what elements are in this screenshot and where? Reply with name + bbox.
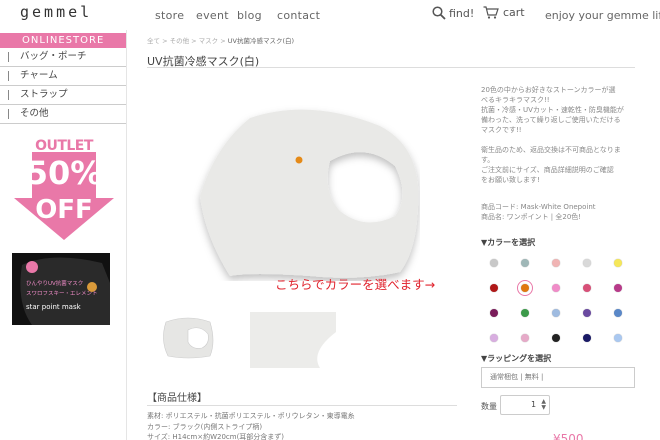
logo[interactable]: gemmel	[20, 3, 92, 21]
desc-line: 20色の中からお好きなストーンカラーが選	[481, 86, 616, 94]
sale-percent: 50%	[26, 154, 103, 192]
sale-off: OFF	[35, 195, 93, 225]
stepper-arrows-icon[interactable]: ▲ ▼	[541, 399, 546, 411]
spec-material: 素材: ポリエステル・抗菌ポリエステル・ポリウレタン・東導電糸	[147, 412, 355, 420]
sidebar: ONLINESTORE バッグ・ポーチ チャーム ストラップ その他	[0, 33, 126, 124]
outlet-sale-banner[interactable]: OUTLET SALE! 50% OFF	[10, 138, 118, 240]
tagline: enjoy your gemme life !	[545, 9, 660, 22]
desc-line: 衛生品のため、返品交換は不可商品となりま	[481, 146, 621, 154]
mask-banner-line1: ひんやりUV抗菌マスク	[26, 279, 83, 287]
sidebar-item-label: チャーム	[20, 70, 58, 81]
sidebar-item-straps[interactable]: ストラップ	[0, 86, 126, 105]
color-swatch[interactable]	[583, 334, 591, 342]
color-swatch[interactable]	[583, 259, 591, 267]
breadcrumb-current: UV抗菌冷感マスク(白)	[227, 37, 295, 45]
thumbnail-2[interactable]	[250, 312, 336, 368]
color-swatch[interactable]	[614, 309, 622, 317]
mask-banner-line2: スワロフスキー・エレメント	[26, 290, 98, 297]
sidebar-item-label: その他	[20, 108, 49, 119]
nav-contact[interactable]: contact	[277, 9, 320, 22]
mask-promo-banner[interactable]: ひんやりUV抗菌マスク スワロフスキー・エレメント star point mas…	[12, 253, 110, 325]
wrapping-select[interactable]: 通常梱包 | 無料 |	[481, 367, 635, 388]
color-swatch[interactable]	[583, 309, 591, 317]
color-swatch[interactable]	[614, 284, 622, 292]
nav-event[interactable]: event	[196, 9, 229, 22]
color-swatch[interactable]	[552, 284, 560, 292]
cart-label: cart	[503, 6, 525, 19]
wrapping-select-label: ▼ラッピングを選択	[481, 354, 552, 363]
desc-line: マスクです!!	[481, 126, 522, 134]
color-swatch[interactable]	[614, 334, 622, 342]
title-divider	[147, 67, 635, 68]
sidebar-item-label: ストラップ	[20, 89, 68, 100]
quantity-stepper[interactable]: 1 ▲ ▼	[500, 395, 550, 415]
color-swatch[interactable]	[517, 280, 533, 296]
product-code: 商品コード: Mask-White Onepoint	[481, 203, 596, 211]
swatch-row	[490, 259, 645, 267]
specs-divider	[147, 405, 457, 406]
nav-store[interactable]: store	[155, 9, 184, 22]
breadcrumb-path[interactable]: 全て > その他 > マスク >	[147, 37, 228, 45]
specs-title: 【商品仕様】	[147, 393, 207, 404]
color-swatch[interactable]	[490, 309, 498, 317]
color-swatch[interactable]	[583, 284, 591, 292]
desc-line: べるキラキラマスク!!	[481, 96, 550, 104]
color-select-label: ▼カラーを選択	[481, 238, 536, 247]
sidebar-item-bags[interactable]: バッグ・ポーチ	[0, 48, 126, 67]
find-label: find!	[449, 6, 475, 20]
stone-dot	[295, 156, 303, 164]
color-swatch[interactable]	[552, 334, 560, 342]
color-swatch[interactable]	[552, 259, 560, 267]
color-swatch[interactable]	[521, 259, 529, 267]
color-swatch[interactable]	[614, 259, 622, 267]
desc-line: 抗菌・冷感・UVカット・速乾性・防臭機能が	[481, 106, 624, 114]
sale-arrow-graphic: 50% OFF	[14, 152, 114, 240]
search-icon	[432, 6, 446, 20]
thumbnail-1[interactable]	[158, 312, 218, 362]
desc-line: ご注文前にサイズ、商品詳細説明のご確認	[481, 166, 614, 174]
desc-line: をお願い致します!	[481, 176, 540, 184]
color-swatch[interactable]	[490, 259, 498, 267]
price: ¥500	[553, 432, 584, 440]
mask-promo-graphic: ひんやりUV抗菌マスク スワロフスキー・エレメント star point mas…	[12, 253, 110, 325]
quantity-value: 1	[531, 400, 537, 409]
header: gemmel store event blog contact find! ca…	[0, 0, 660, 30]
sidebar-divider	[126, 30, 127, 440]
product-name: 商品名: ワンポイント | 全20色!	[481, 213, 582, 221]
sidebar-title: ONLINESTORE	[0, 33, 126, 48]
spec-size: サイズ: H14cm×約W20cm(耳部分含まず)	[147, 433, 285, 440]
swatch-row	[490, 334, 645, 342]
sidebar-item-label: バッグ・ポーチ	[20, 51, 87, 62]
color-swatch[interactable]	[490, 284, 498, 292]
quantity-label: 数量	[481, 402, 497, 411]
mask-banner-line3: star point mask	[26, 303, 82, 311]
color-swatch[interactable]	[521, 334, 529, 342]
breadcrumb: 全て > その他 > マスク > UV抗菌冷感マスク(白)	[147, 35, 294, 45]
color-swatch[interactable]	[521, 309, 529, 317]
find-button[interactable]: find!	[432, 6, 474, 20]
desc-line: す。	[481, 156, 495, 164]
color-swatch[interactable]	[552, 309, 560, 317]
nav-blog[interactable]: blog	[237, 9, 262, 22]
sidebar-item-charms[interactable]: チャーム	[0, 67, 126, 86]
cart-icon	[483, 6, 499, 19]
color-swatch[interactable]	[490, 334, 498, 342]
product-main-image	[200, 109, 419, 278]
desc-line: 備わった、洗って繰り返しご使用いただける	[481, 116, 621, 124]
spec-color: カラー: ブラック(内側ストライプ柄)	[147, 423, 263, 431]
swatch-row	[490, 280, 645, 296]
color-select-hint: こちらでカラーを選べます→	[275, 277, 436, 292]
cart-button[interactable]: cart	[483, 6, 525, 19]
swatch-row	[490, 309, 645, 317]
sidebar-item-other[interactable]: その他	[0, 105, 126, 124]
